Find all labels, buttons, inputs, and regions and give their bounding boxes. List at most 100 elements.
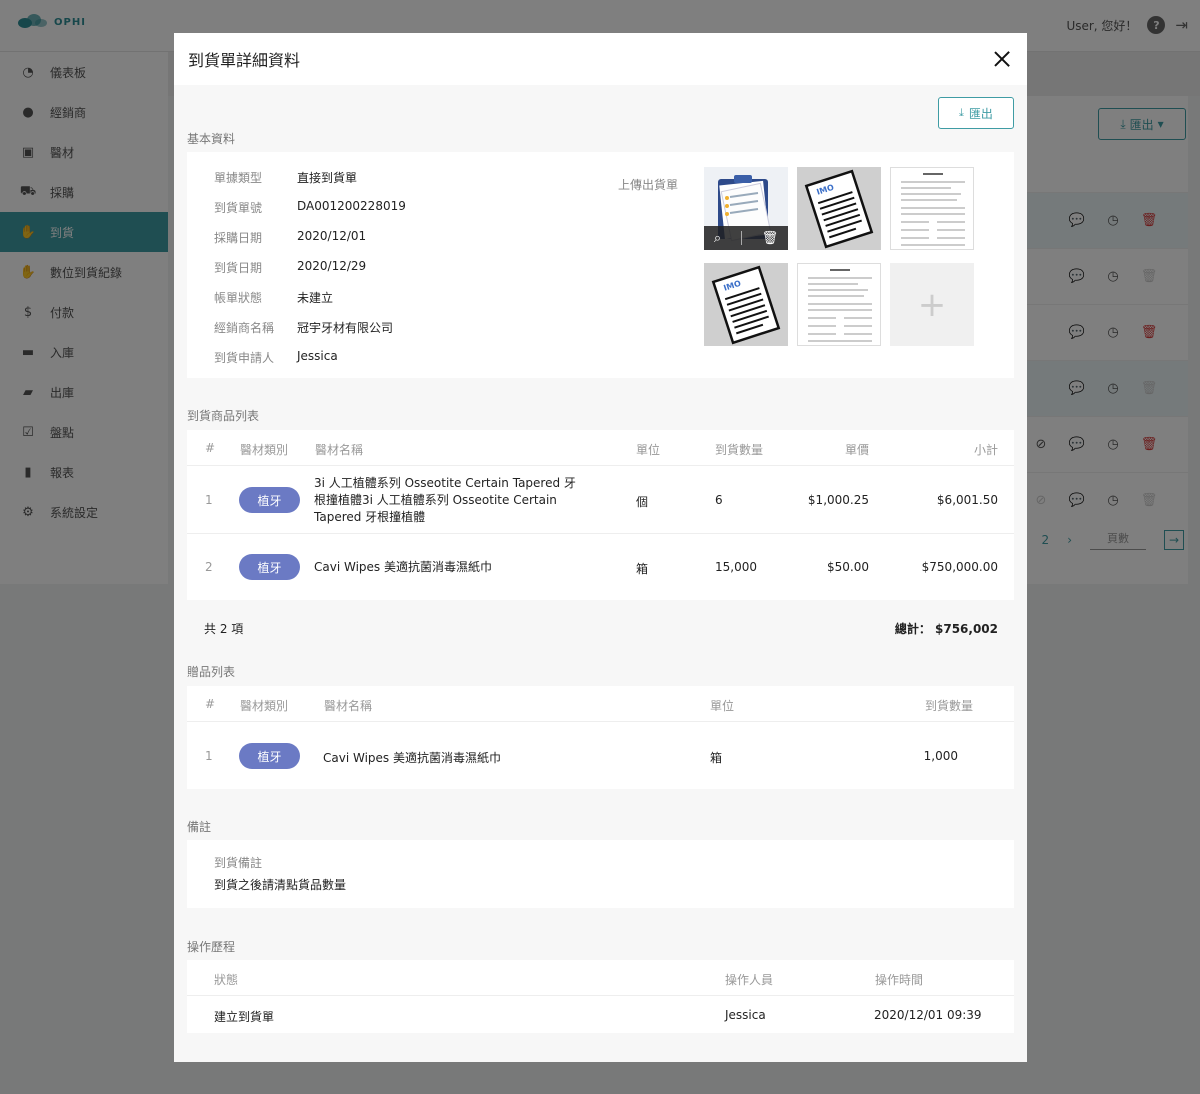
- info-value: 2020/12/01: [297, 229, 367, 243]
- shipment-image-thumb[interactable]: IMO: [704, 263, 788, 346]
- info-row: 到貨日期 2020/12/29: [214, 259, 366, 276]
- gifts-table-header: # 醫材類別 醫材名稱 單位 到貨數量: [187, 686, 1014, 722]
- info-row: 採購日期 2020/12/01: [214, 229, 366, 246]
- info-label: 帳單狀態: [214, 291, 263, 305]
- product-name: Cavi Wipes 美適抗菌消毒濕紙巾: [323, 751, 501, 765]
- col-category: 醫材類別: [240, 443, 289, 457]
- col-unit: 單位: [710, 699, 735, 713]
- basic-info-title: 基本資料: [187, 132, 236, 146]
- zoom-in-icon[interactable]: ⌕: [714, 231, 721, 246]
- basic-info-panel: 單據類型 直接到貨單到貨單號 DA001200228019 採購日期 2020/12/0…: [187, 152, 1014, 378]
- shipment-image-thumb[interactable]: [890, 167, 974, 250]
- history-operator: Jessica: [725, 1008, 766, 1022]
- download-icon: ⤓: [959, 106, 964, 119]
- info-label: 經銷商名稱: [214, 321, 275, 335]
- info-row: 單據類型 直接到貨單: [214, 169, 357, 186]
- export-button[interactable]: ⤓ 匯出: [938, 97, 1014, 129]
- remarks-title: 備註: [187, 820, 212, 834]
- subtotal: $6,001.50: [936, 493, 998, 507]
- row-number: 1: [205, 749, 213, 763]
- col-no: #: [205, 441, 216, 455]
- col-qty: 到貨數量: [924, 699, 973, 713]
- trash-icon[interactable]: 🗑: [762, 231, 779, 246]
- form-document-image: [901, 173, 965, 246]
- info-label: 到貨單號: [214, 201, 263, 215]
- thumb-actions: ⌕ 🗑: [704, 226, 788, 250]
- arrival-detail-modal: 到貨單詳細資料 ⤓ 匯出 基本資料 單據類型 直接到貨單到貨單號 DA0012002…: [174, 33, 1027, 1062]
- table-row: 1 植牙 3i 人工植體系列 Osseotite Certain Tapered 牙…: [187, 466, 1014, 534]
- col-name: 醫材名稱: [315, 443, 364, 457]
- quantity: 1,000: [923, 749, 958, 763]
- category-badge: 植牙: [239, 743, 300, 769]
- unit: 箱: [710, 751, 723, 765]
- info-label: 到貨日期: [214, 261, 263, 275]
- info-value: 2020/12/29: [297, 259, 367, 273]
- info-label: 採購日期: [214, 231, 263, 245]
- history-title: 操作歷程: [187, 940, 236, 954]
- products-table-header: # 醫材類別 醫材名稱 單位 到貨數量 單價 小計: [187, 430, 1014, 466]
- category-badge: 植牙: [239, 487, 300, 513]
- shipment-image-thumb[interactable]: IMO: [797, 167, 881, 250]
- col-no: #: [205, 697, 216, 711]
- info-label: 單據類型: [214, 171, 263, 185]
- info-label: 到貨申請人: [214, 351, 275, 365]
- shipment-image-thumb[interactable]: [797, 263, 881, 346]
- history-table-header: 狀態 操作人員 操作時間: [187, 960, 1014, 996]
- info-row: 到貨單號 DA001200228019: [214, 199, 406, 216]
- col-qty: 到貨數量: [715, 443, 764, 457]
- info-row: 經銷商名稱 冠宇牙材有限公司: [214, 319, 393, 336]
- row-number: 1: [205, 493, 213, 507]
- info-value: Jessica: [297, 349, 338, 363]
- info-row: 帳單狀態 未建立: [214, 289, 333, 306]
- info-row: 到貨申請人 Jessica: [214, 349, 338, 366]
- products-summary: 共 2 項 總計： $756,002: [187, 615, 1014, 637]
- info-value: 未建立: [297, 291, 334, 305]
- products-title: 到貨商品列表: [187, 409, 260, 423]
- info-value: 冠宇牙材有限公司: [297, 321, 394, 335]
- history-time: 2020/12/01 09:39: [874, 1008, 982, 1022]
- product-name: Cavi Wipes 美適抗菌消毒濕紙巾: [314, 560, 492, 574]
- col-price: 單價: [844, 443, 869, 457]
- col-category: 醫材類別: [240, 699, 289, 713]
- document-image: IMO: [711, 265, 781, 345]
- document-image: IMO: [804, 169, 874, 249]
- table-row: 建立到貨單 Jessica 2020/12/01 09:39: [187, 996, 1014, 1033]
- unit: 箱: [636, 562, 649, 576]
- unit: 個: [636, 495, 649, 509]
- category-badge: 植牙: [239, 554, 300, 580]
- col-unit: 單位: [636, 443, 661, 457]
- table-row: 1 植牙 Cavi Wipes 美適抗菌消毒濕紙巾 箱 1,000: [187, 722, 1014, 789]
- remark-label: 到貨備註: [214, 856, 263, 870]
- quantity: 15,000: [715, 560, 757, 574]
- history-table: 狀態 操作人員 操作時間 建立到貨單 Jessica 2020/12/01 09:3…: [187, 960, 1014, 1033]
- unit-price: $50.00: [827, 560, 869, 574]
- product-name: 3i 人工植體系列 Osseotite Certain Tapered 牙根撞植…: [314, 476, 576, 524]
- modal-title: 到貨單詳細資料: [188, 51, 301, 70]
- export-label: 匯出: [968, 106, 993, 121]
- col-operator: 操作人員: [725, 973, 774, 987]
- subtotal: $750,000.00: [921, 560, 998, 574]
- close-icon[interactable]: [991, 48, 1013, 70]
- col-status: 狀態: [214, 973, 239, 987]
- gifts-title: 贈品列表: [187, 665, 236, 679]
- unit-price: $1,000.25: [807, 493, 869, 507]
- shipment-image-thumb[interactable]: ⌕ 🗑: [704, 167, 788, 250]
- remarks-panel: 到貨備註 到貨之後請清點貨品數量: [187, 840, 1014, 908]
- history-status: 建立到貨單: [214, 1010, 275, 1024]
- grand-total: 總計： $756,002: [894, 622, 998, 636]
- upload-label: 上傳出貨單: [618, 178, 679, 192]
- quantity: 6: [715, 493, 723, 507]
- col-subtotal: 小計: [973, 443, 998, 457]
- divider: [740, 231, 742, 245]
- add-image-button[interactable]: +: [890, 263, 974, 346]
- col-time: 操作時間: [875, 973, 924, 987]
- table-row: 2 植牙 Cavi Wipes 美適抗菌消毒濕紙巾 箱 15,000 $50.00 $750…: [187, 534, 1014, 600]
- products-table: # 醫材類別 醫材名稱 單位 到貨數量 單價 小計 1 植牙 3i 人工植體系列 O…: [187, 430, 1014, 600]
- form-document-image: [808, 269, 872, 342]
- info-value: 直接到貨單: [297, 171, 358, 185]
- gifts-table: # 醫材類別 醫材名稱 單位 到貨數量 1 植牙 Cavi Wipes 美適抗菌消毒…: [187, 686, 1014, 789]
- info-value: DA001200228019: [297, 199, 406, 213]
- modal-header: 到貨單詳細資料: [174, 33, 1027, 85]
- col-name: 醫材名稱: [324, 699, 373, 713]
- remark-text: 到貨之後請清點貨品數量: [214, 878, 347, 892]
